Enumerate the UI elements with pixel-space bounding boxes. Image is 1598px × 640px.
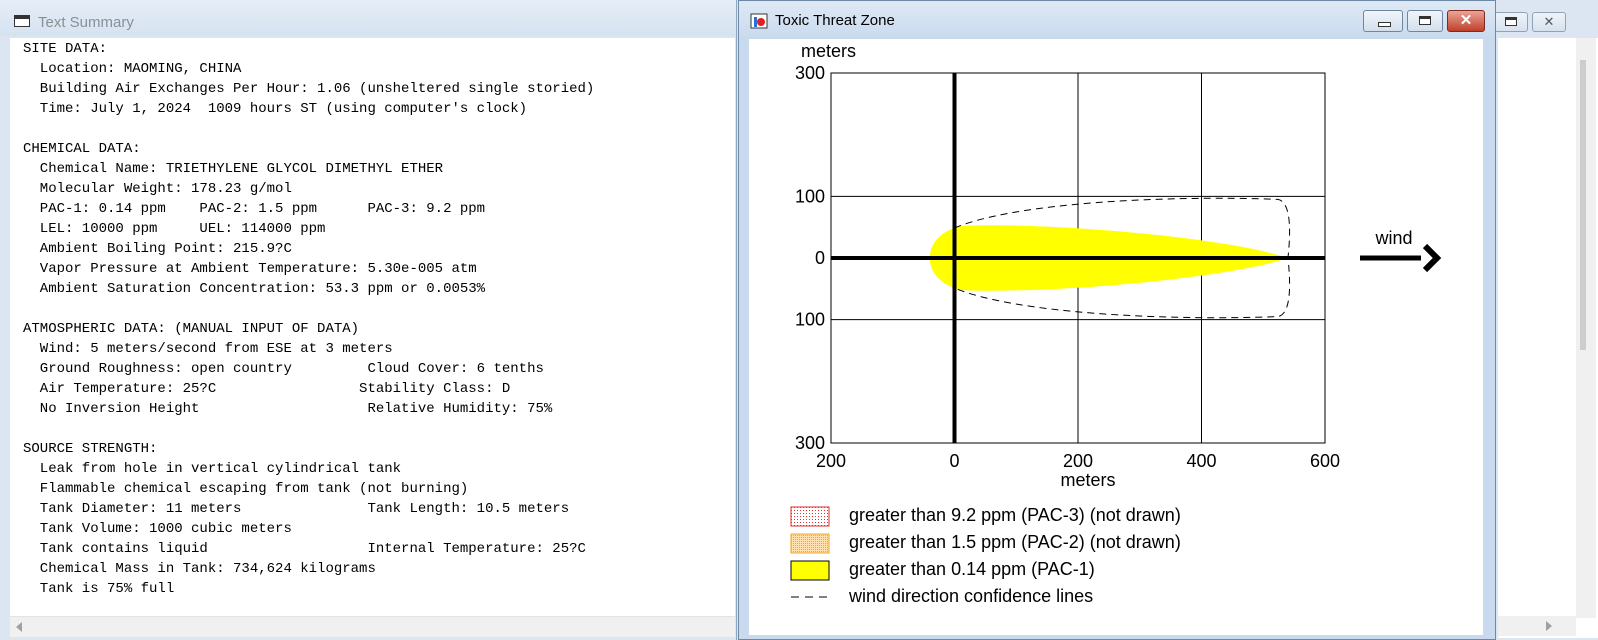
scroll-right-icon[interactable] bbox=[1546, 621, 1552, 631]
y-tick-label: 300 bbox=[795, 433, 825, 453]
summary-line: SOURCE STRENGTH: bbox=[23, 441, 158, 457]
summary-line: Location: MAOMING, CHINA bbox=[39, 61, 242, 77]
summary-line: Wind: 5 meters/second from ESE at 3 mete… bbox=[39, 341, 393, 357]
y-axis-unit-label: meters bbox=[801, 41, 856, 61]
summary-line: Tank is 75% full bbox=[39, 581, 175, 597]
text-summary-titlebar[interactable]: Text Summary bbox=[0, 0, 736, 36]
y-tick-label: 100 bbox=[795, 310, 825, 330]
summary-line: Ground Roughness: open country Cloud Cov… bbox=[39, 361, 544, 377]
aloha-app-icon[interactable] bbox=[750, 13, 768, 29]
maximize-button[interactable] bbox=[1407, 10, 1443, 32]
threat-zone-chart: 200 0 200 400 600 300 100 0 100 300 meters meters… bbox=[790, 41, 1442, 606]
vertical-scrollbar[interactable] bbox=[1576, 38, 1596, 618]
background-window: ✕ bbox=[1488, 0, 1598, 640]
legend-swatch-pac1 bbox=[790, 560, 830, 581]
x-tick-label: 400 bbox=[1186, 451, 1216, 471]
x-tick-label: 0 bbox=[949, 451, 959, 471]
summary-line: Leak from hole in vertical cylindrical t… bbox=[39, 461, 402, 477]
y-tick-label: 0 bbox=[815, 248, 825, 268]
text-summary-body: SITE DATA: Location: MAOMING, CHINA Buil… bbox=[10, 38, 735, 616]
summary-line: Chemical Mass in Tank: 734,624 kilograms bbox=[39, 561, 376, 577]
threat-zone-title: Toxic Threat Zone bbox=[775, 12, 895, 29]
summary-line: LEL: 10000 ppm UEL: 114000 ppm bbox=[39, 221, 326, 237]
summary-line: Air Temperature: 25?C Stability Class: D bbox=[39, 381, 511, 397]
legend-swatch-pac3 bbox=[790, 506, 830, 527]
background-horizontal-scrollbar[interactable] bbox=[1498, 616, 1576, 636]
legend-label-confidence: wind direction confidence lines bbox=[848, 586, 1093, 606]
summary-line: Tank Volume: 1000 cubic meters bbox=[39, 521, 292, 537]
text-summary-window: Text Summary SITE DATA: Location: MAOMIN… bbox=[0, 0, 737, 640]
close-icon: ✕ bbox=[1543, 14, 1555, 29]
minimize-button[interactable] bbox=[1363, 10, 1403, 32]
background-maximize-button[interactable] bbox=[1494, 12, 1528, 32]
summary-line: Chemical Name: TRIETHYLENE GLYCOL DIMETH… bbox=[39, 161, 444, 177]
vertical-scroll-thumb[interactable] bbox=[1580, 60, 1586, 350]
x-axis-unit-label: meters bbox=[1060, 470, 1115, 490]
threat-zone-plot-area: 200 0 200 400 600 300 100 0 100 300 meters meters… bbox=[749, 39, 1483, 635]
summary-line: Flammable chemical escaping from tank (n… bbox=[39, 481, 469, 497]
x-tick-label: 200 bbox=[816, 451, 846, 471]
threat-zone-window: Toxic Threat Zone ✕ 200 0 200 400 600 300 100 0… bbox=[738, 0, 1496, 640]
summary-line: Ambient Saturation Concentration: 53.3 p… bbox=[39, 281, 486, 297]
summary-line: Vapor Pressure at Ambient Temperature: 5… bbox=[39, 261, 477, 277]
summary-line: PAC-1: 0.14 ppm PAC-2: 1.5 ppm PAC-3: 9.… bbox=[39, 201, 486, 217]
summary-line: SITE DATA: bbox=[23, 41, 108, 57]
summary-line: Molecular Weight: 178.23 g/mol bbox=[39, 181, 292, 197]
text-summary-content: SITE DATA: Location: MAOMING, CHINA Buil… bbox=[23, 39, 594, 599]
scroll-left-icon[interactable] bbox=[16, 622, 22, 632]
y-tick-label: 300 bbox=[795, 63, 825, 83]
legend-label-pac2: greater than 1.5 ppm (PAC-2) (not drawn) bbox=[849, 532, 1181, 552]
wind-indicator: wind bbox=[1360, 228, 1442, 273]
legend: greater than 9.2 ppm (PAC-3) (not drawn)… bbox=[790, 505, 1181, 606]
summary-line: CHEMICAL DATA: bbox=[23, 141, 141, 157]
legend-label-pac1: greater than 0.14 ppm (PAC-1) bbox=[849, 559, 1095, 579]
minimize-icon bbox=[1378, 22, 1391, 27]
summary-line: ATMOSPHERIC DATA: (MANUAL INPUT OF DATA) bbox=[23, 321, 360, 337]
wind-label: wind bbox=[1374, 228, 1412, 248]
background-close-button[interactable]: ✕ bbox=[1532, 12, 1566, 32]
text-summary-title: Text Summary bbox=[38, 14, 134, 31]
wind-arrow-icon bbox=[1422, 243, 1442, 273]
window-app-icon[interactable] bbox=[14, 15, 30, 27]
legend-swatch-pac2 bbox=[790, 533, 830, 554]
horizontal-scrollbar[interactable] bbox=[10, 616, 735, 637]
maximize-icon bbox=[1419, 16, 1431, 25]
summary-line: Tank Diameter: 11 meters Tank Length: 10… bbox=[39, 501, 570, 517]
legend-label-pac3: greater than 9.2 ppm (PAC-3) (not drawn) bbox=[849, 505, 1181, 525]
summary-line: Time: July 1, 2024 1009 hours ST (using … bbox=[39, 101, 528, 117]
summary-line: Building Air Exchanges Per Hour: 1.06 (u… bbox=[39, 81, 595, 97]
close-button[interactable]: ✕ bbox=[1447, 10, 1485, 32]
summary-line: Ambient Boiling Point: 215.9?C bbox=[39, 241, 292, 257]
threat-zone-titlebar[interactable]: Toxic Threat Zone ✕ bbox=[739, 1, 1495, 39]
close-icon: ✕ bbox=[1459, 12, 1473, 29]
x-tick-label: 600 bbox=[1310, 451, 1340, 471]
x-tick-label: 200 bbox=[1063, 451, 1093, 471]
y-tick-label: 100 bbox=[795, 186, 825, 206]
maximize-icon bbox=[1505, 17, 1517, 26]
summary-line: No Inversion Height Relative Humidity: 7… bbox=[39, 401, 553, 417]
summary-line: Tank contains liquid Internal Temperatur… bbox=[39, 541, 586, 557]
